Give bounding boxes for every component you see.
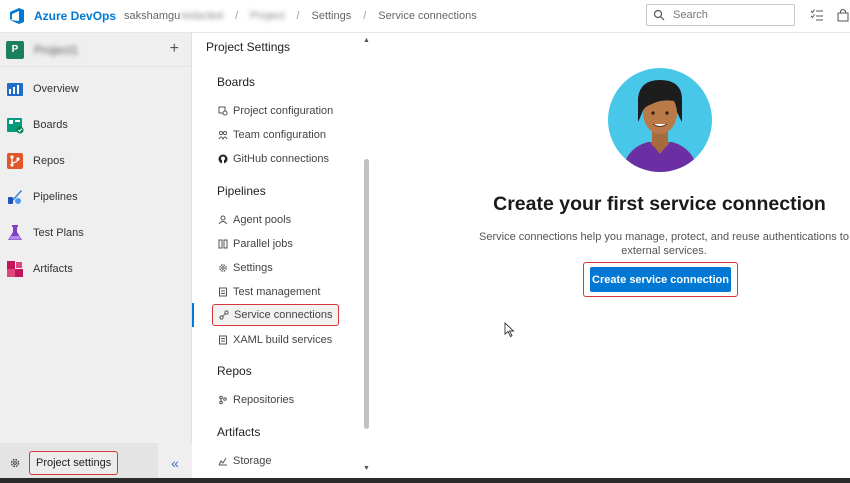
- brand-name[interactable]: Azure DevOps: [34, 9, 116, 23]
- breadcrumb-separator: /: [235, 10, 239, 22]
- settings-scrollbar[interactable]: ▲ ▼: [361, 33, 372, 483]
- settings-panel-title: Project Settings: [206, 40, 291, 54]
- settings-item-label: Agent pools: [233, 214, 292, 226]
- test-management-icon: [219, 287, 227, 297]
- project-settings-row: Project settings «: [0, 443, 192, 483]
- search-input[interactable]: [673, 9, 783, 21]
- left-navigation: P Project1 + Overview Boards Repos Pipel…: [0, 33, 192, 483]
- settings-item-storage[interactable]: Storage: [212, 450, 278, 472]
- overview-icon: [7, 83, 23, 96]
- project-avatar: P: [6, 40, 24, 59]
- nav-item-pipelines[interactable]: Pipelines: [0, 179, 191, 215]
- collapse-nav-icon[interactable]: «: [158, 443, 192, 483]
- top-bar: Azure DevOps sakshamguredacted / Project…: [0, 0, 850, 33]
- artifacts-icon: [7, 261, 23, 277]
- scroll-thumb[interactable]: [364, 159, 369, 429]
- nav-label: Repos: [33, 155, 65, 167]
- section-header-pipelines: Pipelines: [217, 184, 266, 198]
- gear-icon: [10, 458, 20, 468]
- gear-icon: [219, 264, 227, 272]
- settings-item-agent-pools[interactable]: Agent pools: [212, 209, 297, 231]
- section-header-repos: Repos: [217, 364, 252, 378]
- empty-state-description: Service connections help you manage, pro…: [479, 231, 849, 257]
- test-plans-icon: [8, 225, 22, 240]
- settings-item-project-configuration[interactable]: Project configuration: [212, 100, 339, 122]
- parallel-jobs-icon: [218, 239, 228, 249]
- boards-icon: [7, 118, 24, 134]
- active-indicator: [192, 303, 194, 327]
- settings-item-label: Repositories: [233, 394, 295, 406]
- settings-item-repositories[interactable]: Repositories: [212, 389, 300, 411]
- section-header-artifacts: Artifacts: [217, 425, 261, 439]
- settings-item-label: Storage: [233, 455, 272, 467]
- nav-item-repos[interactable]: Repos: [0, 143, 191, 179]
- storage-icon: [218, 457, 227, 466]
- configuration-icon: [218, 106, 228, 116]
- nav-item-overview[interactable]: Overview: [0, 71, 191, 107]
- nav-label: Boards: [33, 119, 68, 131]
- section-header-boards: Boards: [217, 75, 256, 89]
- shopping-bag-icon[interactable]: [836, 8, 850, 22]
- project-selector[interactable]: P Project1 +: [0, 33, 191, 67]
- settings-item-label: Parallel jobs: [233, 238, 293, 250]
- nav-item-test-plans[interactable]: Test Plans: [0, 215, 191, 251]
- person-illustration-icon: [608, 68, 712, 172]
- breadcrumb-org[interactable]: sakshamguredacted: [124, 10, 223, 22]
- breadcrumb-settings[interactable]: Settings: [311, 10, 351, 22]
- empty-state-title: Create your first service connection: [493, 193, 826, 215]
- create-service-connection-button[interactable]: Create service connection: [590, 267, 731, 292]
- nav-label: Overview: [33, 83, 79, 95]
- org-name-redacted: redacted: [180, 10, 224, 22]
- xaml-build-icon: [219, 335, 227, 345]
- project-settings-button[interactable]: Project settings: [29, 451, 119, 475]
- github-icon: [218, 154, 228, 164]
- breadcrumb-project[interactable]: Project: [250, 10, 284, 22]
- create-button-highlight: Create service connection: [583, 262, 738, 297]
- search-icon: [653, 9, 665, 21]
- settings-item-label: Settings: [233, 262, 273, 274]
- nav-item-artifacts[interactable]: Artifacts: [0, 251, 191, 287]
- main-content: Create your first service connection Ser…: [373, 33, 850, 483]
- org-name: sakshamgu: [124, 10, 181, 22]
- mouse-cursor-icon: [504, 322, 515, 338]
- nav-label: Pipelines: [33, 191, 78, 203]
- settings-item-team-configuration[interactable]: Team configuration: [212, 124, 332, 146]
- task-list-icon[interactable]: [810, 8, 824, 22]
- settings-item-github-connections[interactable]: GitHub connections: [212, 148, 335, 170]
- project-settings-panel: Project Settings Boards Project configur…: [192, 33, 372, 483]
- settings-item-label: Service connections: [234, 309, 333, 321]
- settings-item-parallel-jobs[interactable]: Parallel jobs: [212, 233, 299, 255]
- nav-label: Artifacts: [33, 263, 73, 275]
- search-box[interactable]: [646, 4, 795, 26]
- azure-devops-logo-icon[interactable]: [8, 7, 26, 25]
- scroll-up-icon[interactable]: ▲: [363, 37, 370, 44]
- nav-label: Test Plans: [33, 227, 84, 239]
- settings-item-label: Project configuration: [233, 105, 334, 117]
- add-icon[interactable]: +: [170, 40, 179, 58]
- settings-item-label: Test management: [233, 286, 321, 298]
- breadcrumb-separator: /: [296, 10, 300, 22]
- team-icon: [218, 130, 228, 140]
- nav-item-boards[interactable]: Boards: [0, 107, 191, 143]
- breadcrumb-separator: /: [363, 10, 367, 22]
- scroll-down-icon[interactable]: ▼: [363, 465, 370, 472]
- agent-pools-icon: [218, 215, 228, 225]
- repos-icon: [7, 153, 23, 169]
- settings-item-service-connections[interactable]: Service connections: [212, 304, 340, 326]
- repository-icon: [219, 395, 227, 405]
- settings-item-label: GitHub connections: [233, 153, 329, 165]
- settings-item-settings[interactable]: Settings: [212, 257, 279, 279]
- settings-item-test-management[interactable]: Test management: [212, 281, 326, 303]
- settings-item-label: XAML build services: [233, 334, 333, 346]
- project-name: Project1: [34, 42, 79, 57]
- settings-item-xaml-build-services[interactable]: XAML build services: [212, 329, 338, 351]
- settings-item-label: Team configuration: [233, 129, 326, 141]
- service-connections-icon: [219, 310, 229, 320]
- pipelines-icon: [8, 190, 22, 204]
- window-bottom-edge: [0, 478, 850, 483]
- breadcrumb-current-page[interactable]: Service connections: [378, 10, 476, 22]
